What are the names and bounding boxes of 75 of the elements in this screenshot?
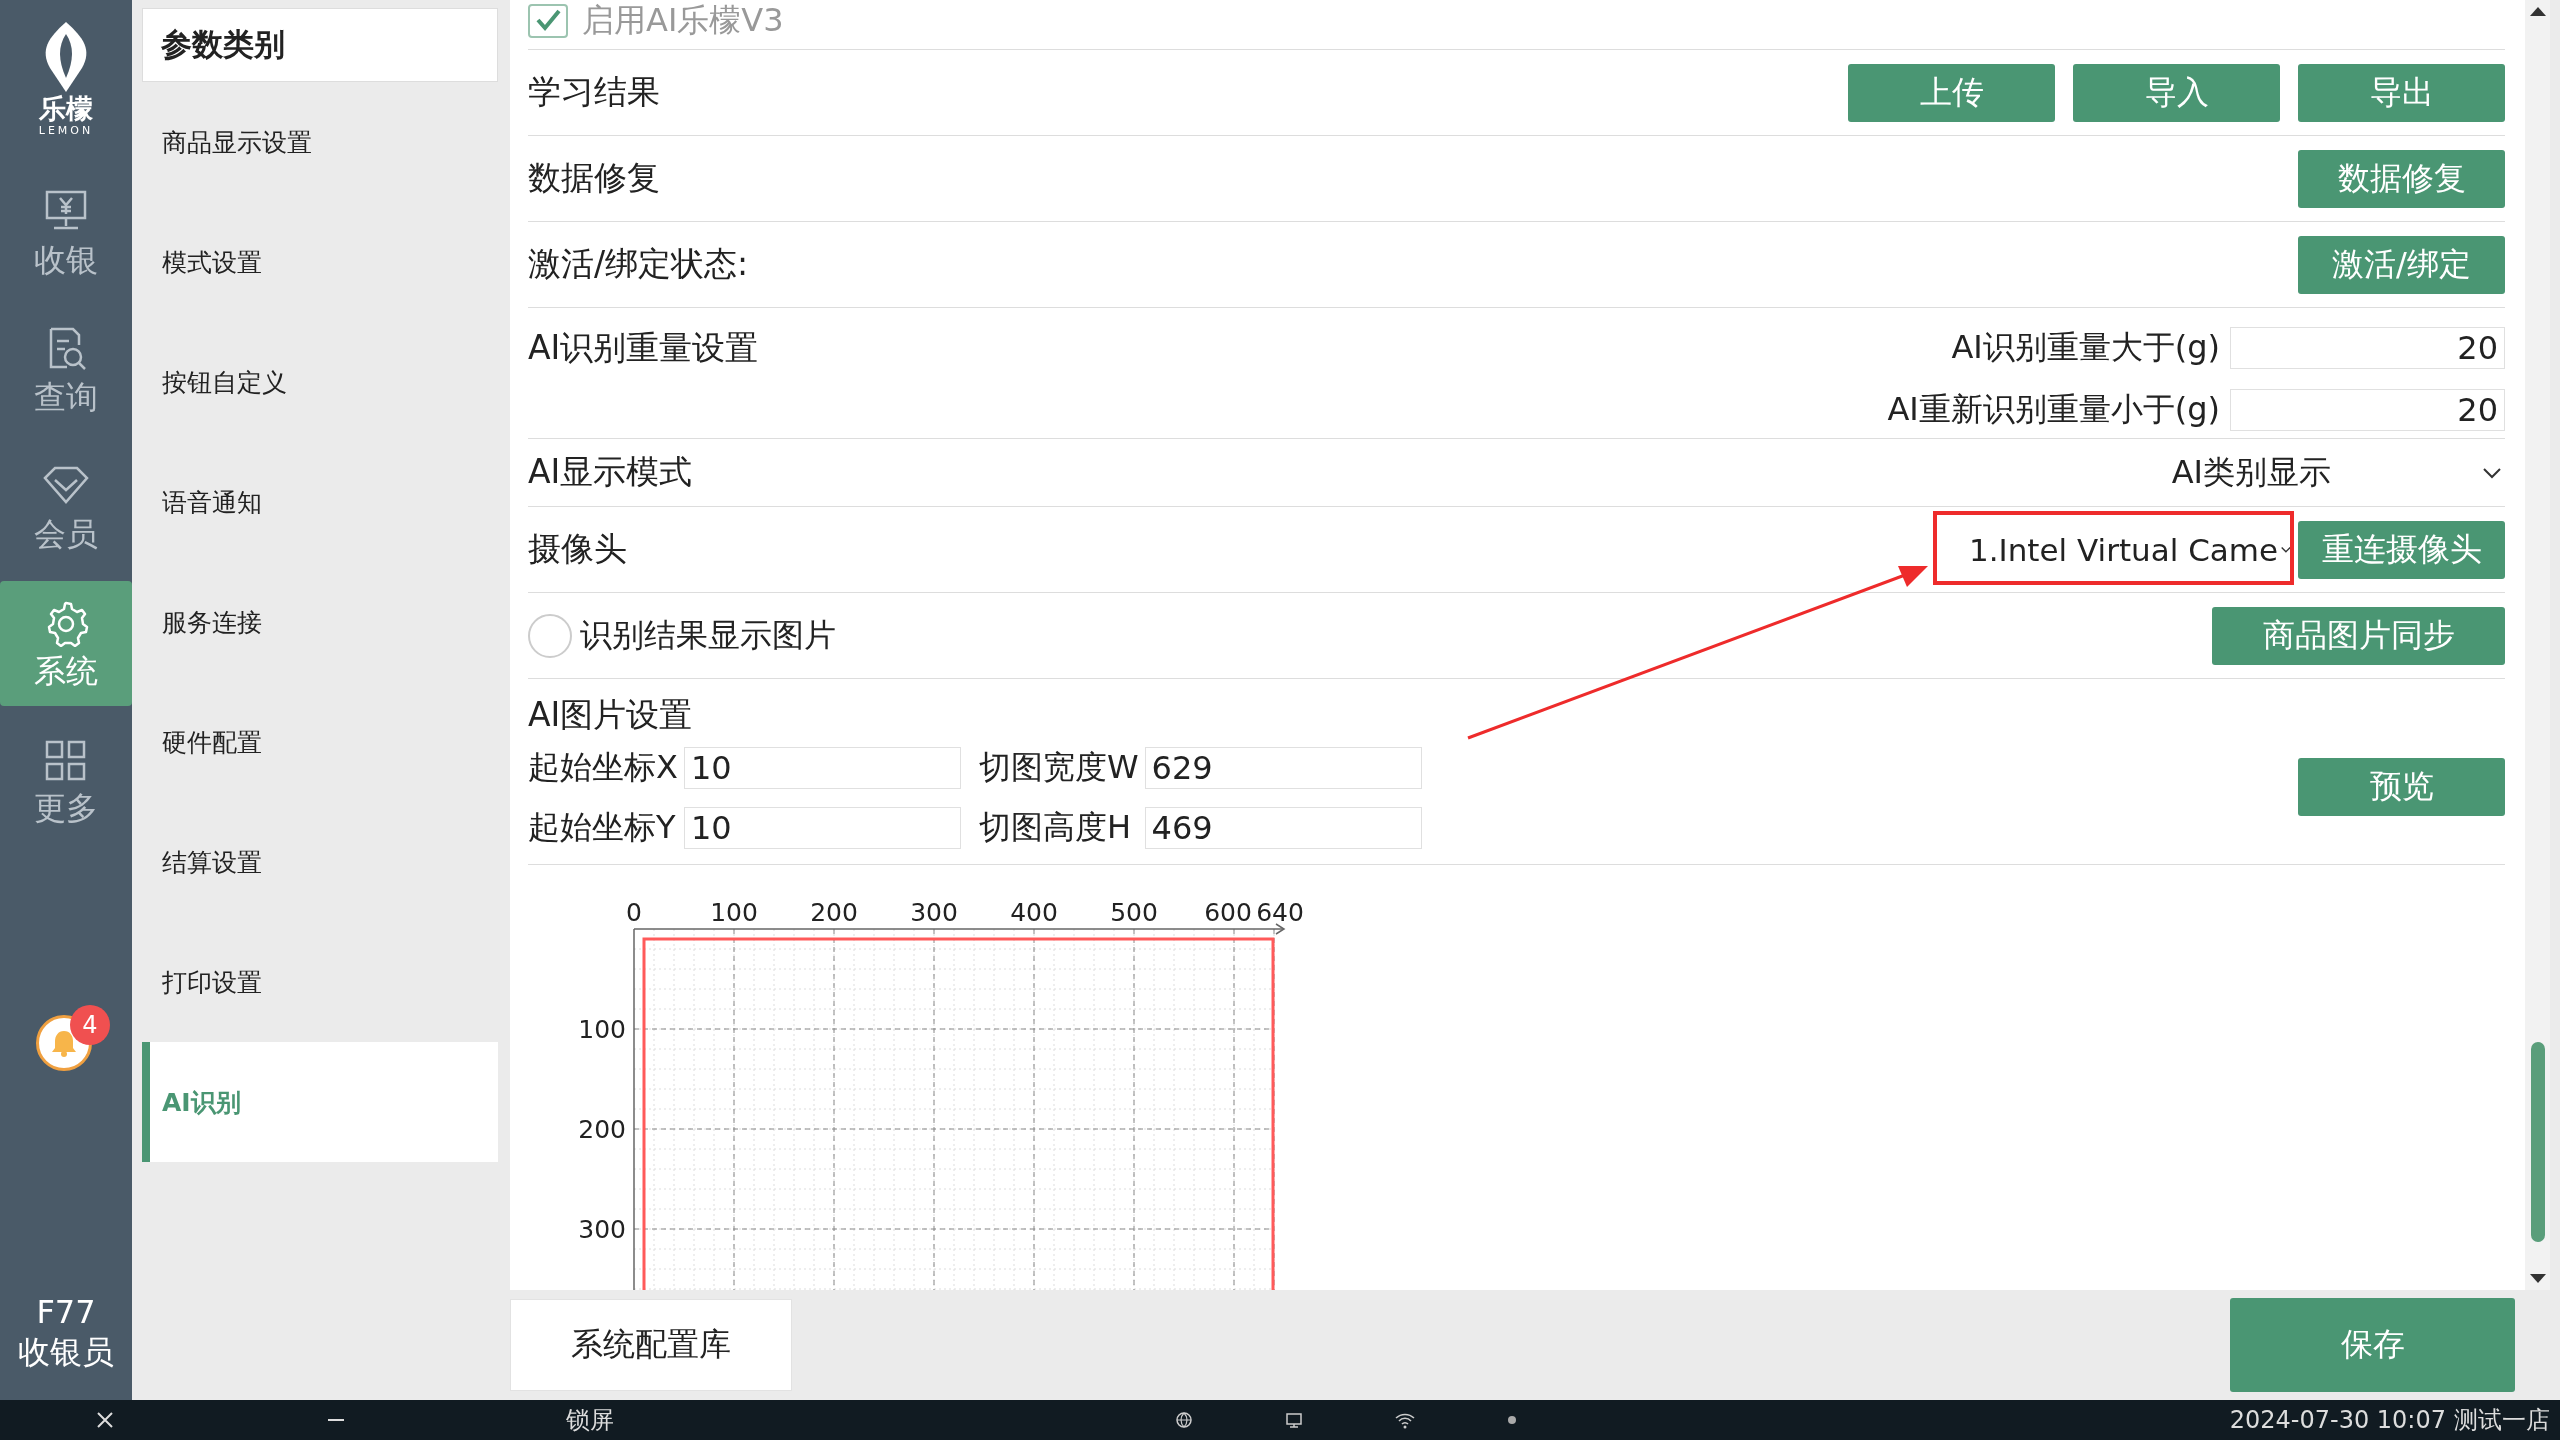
action-button[interactable]: 商品图片同步 (2212, 606, 2505, 665)
user-id: F77 (36, 1292, 96, 1332)
category-item[interactable]: 结算设置 (142, 802, 498, 922)
date-time: 2024-07-30 10:07 (2229, 1406, 2446, 1434)
field-label: AI重新识别重量小于(g) (1887, 389, 2220, 430)
close-icon (95, 1410, 115, 1430)
category-item[interactable]: 模式设置 (142, 202, 498, 322)
row-label: 摄像头 (528, 528, 627, 570)
action-button[interactable]: 数据修复 (2298, 149, 2505, 208)
axis-tick-label: 0 (626, 898, 642, 927)
logo-text: 乐檬 (39, 94, 93, 124)
axis-tick-label: 640 (1256, 898, 1304, 927)
minimize-icon (328, 1419, 344, 1421)
axis-tick-label: 300 (910, 898, 958, 927)
store-name: 测试一店 (2454, 1405, 2550, 1436)
category-item[interactable]: 服务连接 (142, 562, 498, 682)
monitor-icon (1284, 1410, 1304, 1430)
field-label: AI识别重量大于(g) (1950, 327, 2220, 368)
action-button[interactable]: 导出 (2298, 63, 2505, 122)
axis-tick-label: 300 (578, 1215, 626, 1244)
field-label: 切图宽度W (978, 747, 1139, 788)
nav-item[interactable]: 会员 (0, 444, 132, 569)
row-label: AI图片设置 (528, 694, 694, 736)
input-field[interactable]: 20 (2230, 327, 2505, 369)
row-label: AI显示模式 (528, 451, 693, 493)
row-label: 数据修复 (528, 157, 660, 199)
nav-item[interactable]: 收银 (0, 170, 132, 295)
globe-icon (1174, 1410, 1194, 1430)
category-item[interactable]: 硬件配置 (142, 682, 498, 802)
axis-tick-label: 200 (810, 898, 858, 927)
axis-tick-label: 400 (1010, 898, 1058, 927)
camera-dropdown[interactable]: 1.Intel Virtual Came (1935, 514, 2292, 585)
show-image-checkbox[interactable]: 识别结果显示图片 (528, 613, 836, 658)
axis-tick-label: 500 (1110, 898, 1158, 927)
input-field[interactable]: 10 (683, 747, 961, 789)
axis-tick-label: 600 (1204, 898, 1252, 927)
axis-tick-label: 100 (710, 898, 758, 927)
action-button[interactable]: 预览 (2298, 757, 2505, 816)
category-item[interactable]: 商品显示设置 (142, 82, 498, 202)
axis-tick-label: 200 (578, 1115, 626, 1144)
scrollbar-thumb[interactable] (2530, 1042, 2545, 1242)
category-item[interactable]: 语音通知 (142, 442, 498, 562)
scrollbar[interactable] (2525, 0, 2550, 1290)
nav-item[interactable]: 查询 (0, 307, 132, 432)
action-button[interactable]: 上传 (1848, 63, 2055, 122)
field-label: 起始坐标X (528, 747, 678, 788)
user-role: 收银员 (18, 1332, 114, 1372)
nav-item[interactable]: 更多 (0, 718, 132, 843)
save-button[interactable]: 保存 (2230, 1298, 2515, 1392)
field-label: 起始坐标Y (528, 807, 677, 848)
action-button[interactable]: 导入 (2073, 63, 2280, 122)
bell-icon (49, 1028, 79, 1058)
display-mode-dropdown[interactable]: AI类别显示 (2171, 450, 2505, 495)
config-library-button[interactable]: 系统配置库 (510, 1299, 792, 1391)
category-header: 参数类别 (142, 8, 498, 82)
field-label: 切图高度H (978, 807, 1132, 848)
notification-badge: 4 (70, 1005, 110, 1045)
input-field[interactable]: 629 (1144, 747, 1422, 789)
category-item[interactable]: AI识别 (142, 1042, 498, 1162)
category-item[interactable]: 按钮自定义 (142, 322, 498, 442)
row-label: AI识别重量设置 (528, 327, 759, 369)
row-label: 激活/绑定状态: (528, 243, 749, 285)
status-dot-icon (1506, 1414, 1518, 1426)
input-field[interactable]: 20 (2230, 389, 2505, 431)
chevron-down-icon (2481, 465, 2503, 480)
axis-tick-label: 100 (578, 1015, 626, 1044)
action-button[interactable]: 激活/绑定 (2298, 235, 2505, 294)
category-item[interactable]: 打印设置 (142, 922, 498, 1042)
input-field[interactable]: 469 (1144, 807, 1422, 849)
chevron-down-icon (2280, 544, 2292, 555)
logo-subtitle: LEMON (38, 124, 94, 138)
lock-screen-button[interactable]: 锁屏 (566, 1404, 614, 1436)
row-label: 学习结果 (528, 71, 660, 113)
action-button[interactable]: 重连摄像头 (2298, 520, 2505, 579)
input-field[interactable]: 10 (683, 807, 961, 849)
